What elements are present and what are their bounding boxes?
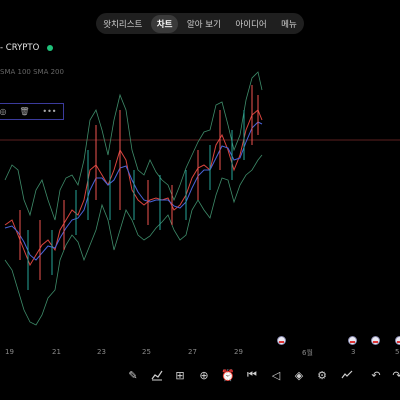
symbol-label[interactable]: - CRYPTO [0,43,54,53]
redo-icon[interactable]: ↷ [390,368,400,382]
grid-icon[interactable]: ⊞ [173,368,187,382]
x-axis-label: 21 [52,348,61,356]
event-marker[interactable] [395,336,400,345]
top-tab-bar: 왓치리스트 차트 알아 보기 아이디어 메뉴 [96,13,304,34]
event-marker[interactable] [371,336,380,345]
chart-line-icon[interactable] [150,368,164,382]
tab-chart[interactable]: 차트 [150,14,179,33]
tab-menu[interactable]: 메뉴 [275,15,303,33]
x-axis-label: 25 [142,348,151,356]
x-axis[interactable]: 19 21 23 25 27 29 6월 3 5 [0,348,400,362]
replay-icon[interactable]: ⏮ [245,368,259,382]
tab-explore[interactable]: 알아 보기 [181,15,227,33]
event-marker[interactable] [348,336,357,345]
x-axis-label: 29 [234,348,243,356]
symbol-name: - CRYPTO [0,43,40,53]
x-axis-label: 5 [395,348,400,356]
tab-ideas[interactable]: 아이디어 [229,15,272,33]
x-axis-label: 3 [351,348,356,356]
alarm-icon[interactable]: ⏰ [221,368,235,382]
event-marker[interactable] [277,336,286,345]
x-axis-label: 6월 [302,349,313,357]
trend-icon[interactable] [340,368,354,382]
back-icon[interactable]: ◁ [269,368,283,382]
settings-sliders-icon[interactable]: ⚙ [315,368,329,382]
x-axis-label: 23 [97,348,106,356]
price-chart[interactable] [0,60,400,345]
x-axis-label: 19 [5,348,14,356]
candlestick-series [19,85,259,290]
tab-watchlist[interactable]: 왓치리스트 [97,15,148,33]
pencil-icon[interactable]: ✎ [126,368,140,382]
add-icon[interactable]: ⊕ [197,368,211,382]
layers-icon[interactable]: ◈ [292,368,306,382]
x-axis-label: 27 [188,348,197,356]
undo-icon[interactable]: ↶ [369,368,383,382]
market-status-dot [47,45,54,51]
